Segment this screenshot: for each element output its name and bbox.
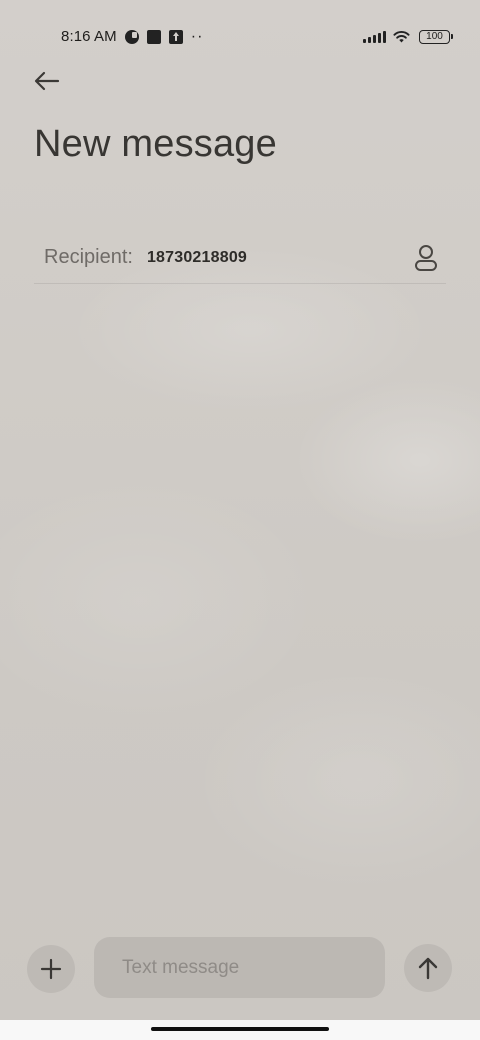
battery-icon: 100 <box>419 29 453 44</box>
battery-level: 100 <box>426 30 443 42</box>
status-left: 8:16 AM ·· <box>61 28 203 45</box>
more-notifications-indicator: ·· <box>190 27 204 45</box>
square-status-icon <box>146 29 161 44</box>
page-title: New message <box>34 123 277 165</box>
text-message-input[interactable] <box>94 937 385 998</box>
arrow-left-icon <box>34 71 60 91</box>
person-icon <box>415 244 437 271</box>
plus-icon <box>40 958 62 980</box>
back-button[interactable] <box>30 64 64 98</box>
gesture-navigation-area <box>0 1020 480 1040</box>
add-attachment-button[interactable] <box>27 945 75 993</box>
home-indicator[interactable] <box>151 1027 329 1031</box>
arrow-up-icon <box>418 957 438 980</box>
contact-picker-button[interactable] <box>406 238 446 278</box>
circle-status-icon <box>124 29 139 44</box>
composer-bar <box>0 932 480 1006</box>
upload-status-icon <box>168 29 183 44</box>
status-right: 100 <box>363 29 453 44</box>
recipient-row[interactable]: Recipient: 18730218809 <box>34 232 446 284</box>
status-bar: 8:16 AM ·· 100 <box>0 0 480 56</box>
recipient-value[interactable]: 18730218809 <box>147 249 247 267</box>
signal-icon <box>363 30 386 43</box>
recipient-label: Recipient: <box>44 246 133 268</box>
wifi-icon <box>393 30 410 43</box>
send-button[interactable] <box>404 944 452 992</box>
status-time: 8:16 AM <box>61 28 117 45</box>
